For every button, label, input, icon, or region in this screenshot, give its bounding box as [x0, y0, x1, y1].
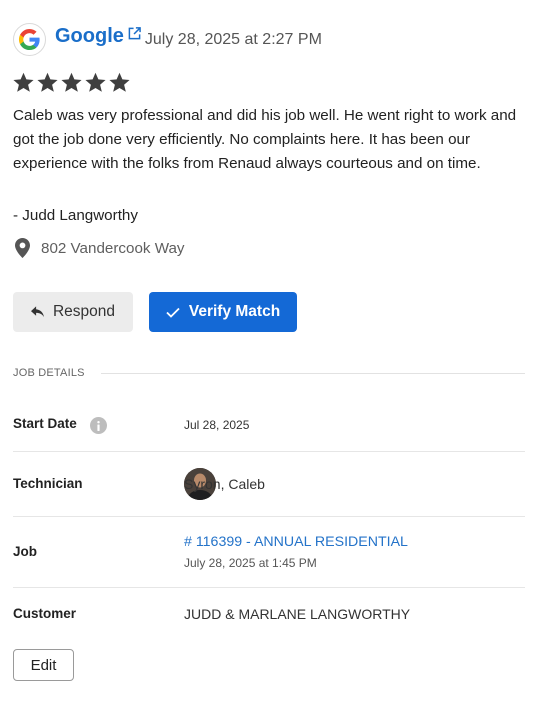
edit-button[interactable]: Edit: [13, 649, 74, 681]
start-date-label: Start Date: [13, 416, 77, 431]
verify-match-button[interactable]: Verify Match: [149, 292, 297, 332]
technician-label: Technician: [13, 476, 83, 491]
job-link[interactable]: # 116399 - ANNUAL RESIDENTIAL: [184, 534, 408, 550]
external-link-icon[interactable]: [128, 26, 141, 40]
respond-button[interactable]: Respond: [13, 292, 133, 332]
row-divider: [13, 587, 525, 588]
star-icon: [108, 71, 131, 94]
technician-name[interactable]: Syron, Caleb: [184, 476, 265, 492]
customer-label: Customer: [13, 606, 77, 621]
edit-label: Edit: [30, 656, 57, 674]
google-logo-icon: [13, 22, 46, 56]
location-text: 802 Vandercook Way: [41, 239, 185, 257]
star-icon: [36, 71, 59, 94]
check-icon: [166, 307, 180, 318]
row-divider: [13, 451, 525, 452]
job-details-title: JOB DETAILS: [13, 367, 85, 379]
section-divider: [100, 372, 525, 374]
reply-icon: [30, 306, 44, 318]
job-datetime: July 28, 2025 at 1:45 PM: [184, 556, 317, 570]
review-text: Caleb was very professional and did his …: [13, 107, 517, 172]
review-source-link[interactable]: Google: [55, 25, 124, 48]
star-icon: [84, 71, 107, 94]
map-pin-icon: [15, 238, 33, 258]
star-icon: [12, 71, 35, 94]
start-date-value: Jul 28, 2025: [184, 418, 250, 432]
respond-label: Respond: [52, 303, 116, 320]
star-rating: [12, 71, 131, 94]
star-icon: [60, 71, 83, 94]
job-label: Job: [13, 544, 38, 559]
review-header: Google July 28, 2025 at 2:27 PM: [13, 22, 322, 56]
row-divider: [13, 516, 525, 517]
review-date: July 28, 2025 at 2:27 PM: [144, 31, 322, 48]
info-icon[interactable]: [90, 417, 107, 434]
review-location: 802 Vandercook Way: [15, 236, 185, 260]
job-details-header: JOB DETAILS: [13, 366, 525, 380]
customer-name[interactable]: JUDD & MARLANE LANGWORTHY: [184, 606, 410, 622]
reviewer-name: - Judd Langworthy: [13, 207, 138, 224]
verify-match-label: Verify Match: [188, 303, 281, 320]
